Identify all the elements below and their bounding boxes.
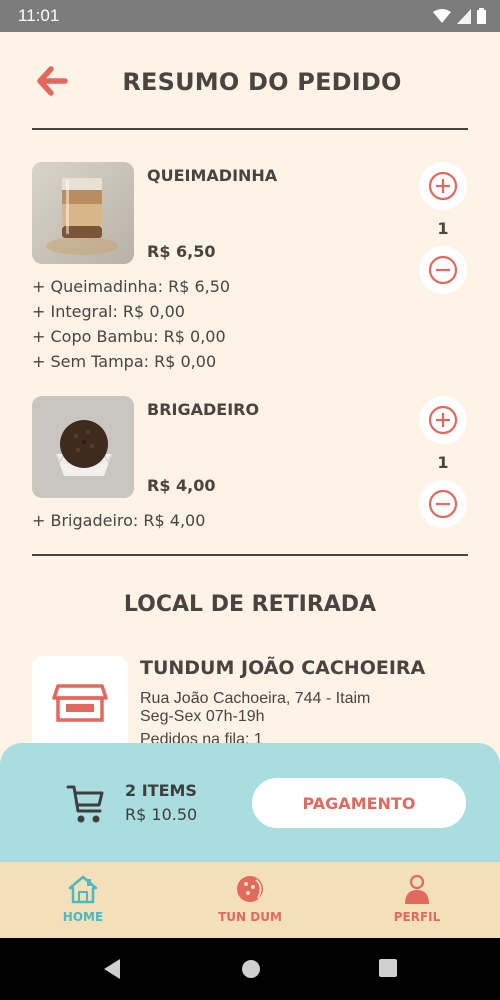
item-quantity: 1 bbox=[437, 453, 449, 472]
page-title: RESUMO DO PEDIDO bbox=[122, 68, 402, 96]
increase-quantity-button[interactable] bbox=[419, 162, 467, 210]
item-option: + Queimadinha: R$ 6,50 bbox=[32, 277, 231, 296]
tab-profile-label: PERFIL bbox=[393, 910, 441, 924]
signal-icon bbox=[457, 8, 471, 24]
wifi-icon bbox=[433, 8, 451, 23]
battery-icon bbox=[477, 8, 486, 24]
status-bar: 11:01 bbox=[0, 0, 500, 32]
nav-home-icon[interactable] bbox=[240, 958, 262, 980]
store-address: Rua João Cachoeira, 744 - Itaim bbox=[140, 690, 371, 707]
order-item: BRIGADEIRO R$ 4,00 + Brigadeiro: R$ 4,00… bbox=[32, 396, 468, 536]
plus-circle-icon bbox=[428, 405, 458, 435]
item-name: QUEIMADINHA bbox=[147, 166, 278, 185]
nav-recents-icon[interactable] bbox=[378, 958, 398, 978]
item-image-queimadinha bbox=[32, 162, 134, 264]
item-option: + Sem Tampa: R$ 0,00 bbox=[32, 352, 217, 371]
item-quantity: 1 bbox=[437, 219, 449, 238]
order-item: QUEIMADINHA R$ 6,50 + Queimadinha: R$ 6,… bbox=[32, 162, 468, 372]
decrease-quantity-button[interactable] bbox=[419, 246, 467, 294]
store-icon bbox=[52, 684, 108, 722]
tab-home[interactable]: HOME bbox=[28, 874, 138, 924]
minus-circle-icon bbox=[428, 255, 458, 285]
divider bbox=[32, 554, 468, 556]
item-option: + Copo Bambu: R$ 0,00 bbox=[32, 327, 226, 346]
tab-tundum[interactable]: TUN DUM bbox=[195, 874, 305, 924]
payment-button[interactable]: PAGAMENTO bbox=[252, 778, 466, 828]
cart-icon bbox=[66, 785, 104, 823]
item-image-brigadeiro bbox=[32, 396, 134, 498]
bottom-tab-bar: HOME TUN DUM PERFIL bbox=[0, 862, 500, 938]
store-name: TUNDUM JOÃO CACHOEIRA bbox=[140, 657, 426, 679]
store-hours: Seg-Sex 07h-19h bbox=[140, 708, 265, 725]
item-price: R$ 4,00 bbox=[147, 476, 216, 495]
store-card[interactable] bbox=[32, 656, 128, 752]
minus-circle-icon bbox=[428, 489, 458, 519]
header: RESUMO DO PEDIDO bbox=[0, 32, 500, 130]
tundum-icon bbox=[237, 876, 263, 902]
decrease-quantity-button[interactable] bbox=[419, 480, 467, 528]
plus-circle-icon bbox=[428, 171, 458, 201]
item-options: + Queimadinha: R$ 6,50 + Integral: R$ 0,… bbox=[32, 274, 230, 374]
item-price: R$ 6,50 bbox=[147, 242, 216, 261]
tab-home-label: HOME bbox=[62, 910, 104, 924]
system-nav-bar bbox=[0, 938, 500, 1000]
item-name: BRIGADEIRO bbox=[147, 400, 260, 419]
cart-items-count: 2 ITEMS bbox=[125, 781, 197, 800]
tab-tundum-label: TUN DUM bbox=[218, 910, 282, 924]
cart-total: R$ 10.50 bbox=[125, 805, 198, 824]
home-icon bbox=[68, 875, 98, 904]
divider bbox=[32, 128, 468, 130]
item-options: + Brigadeiro: R$ 4,00 bbox=[32, 508, 205, 533]
pickup-section-title: LOCAL DE RETIRADA bbox=[123, 592, 377, 617]
item-option: + Integral: R$ 0,00 bbox=[32, 302, 185, 321]
profile-icon bbox=[405, 874, 429, 904]
status-time: 11:01 bbox=[18, 6, 60, 25]
nav-back-icon[interactable] bbox=[102, 958, 122, 980]
increase-quantity-button[interactable] bbox=[419, 396, 467, 444]
cart-summary-bar: 2 ITEMS R$ 10.50 PAGAMENTO bbox=[0, 743, 500, 873]
item-option: + Brigadeiro: R$ 4,00 bbox=[32, 511, 206, 530]
status-icons bbox=[433, 8, 486, 24]
tab-profile[interactable]: PERFIL bbox=[362, 874, 472, 924]
